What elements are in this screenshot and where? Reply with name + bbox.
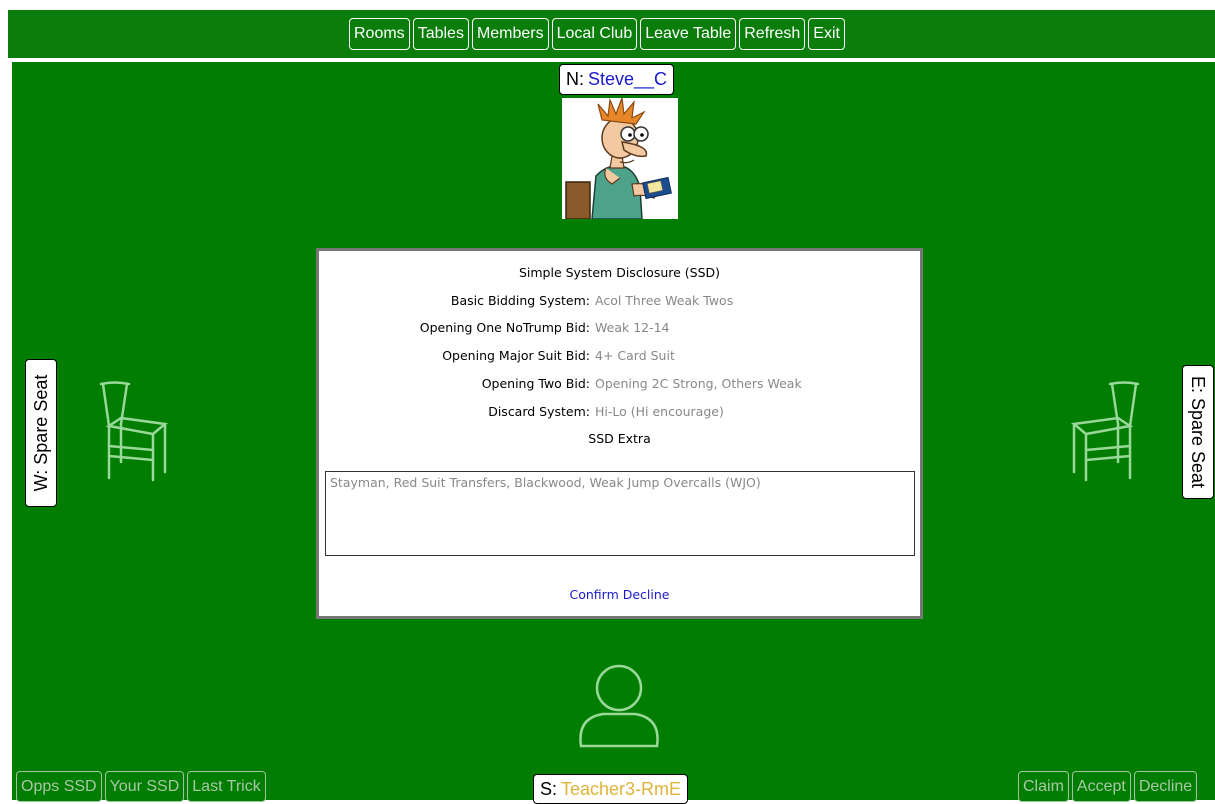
ssd-row-major-suit: Opening Major Suit Bid: 4+ Card Suit	[319, 348, 920, 366]
opps-ssd-button[interactable]: Opps SSD	[16, 771, 102, 802]
cartoon-player-avatar-icon	[562, 97, 678, 220]
ssd-row-discard-system: Discard System: Hi-Lo (Hi encourage)	[319, 404, 920, 422]
claim-button[interactable]: Claim	[1018, 771, 1069, 802]
ssd-title: Simple System Disclosure (SSD)	[518, 265, 721, 280]
south-player-name: Teacher3-RmE	[561, 778, 682, 799]
ssd-extra-textarea[interactable]: Stayman, Red Suit Transfers, Blackwood, …	[325, 471, 915, 556]
north-player-name: Steve__C	[588, 69, 668, 89]
ssd-extra-title: SSD Extra	[588, 431, 651, 446]
ssd-row-value: Opening 2C Strong, Others Weak	[595, 376, 802, 391]
leave-table-button[interactable]: Leave Table	[640, 18, 737, 50]
south-person-placeholder-icon	[579, 664, 659, 748]
north-seat-prefix: N:	[566, 69, 584, 89]
east-seat-label[interactable]: E: Spare Seat	[1182, 365, 1214, 499]
west-seat-label[interactable]: W: Spare Seat	[25, 359, 57, 507]
ssd-row-key: Opening Two Bid:	[481, 376, 590, 391]
ssd-row-key: Discard System:	[488, 404, 590, 419]
exit-button[interactable]: Exit	[808, 18, 845, 50]
ssd-row-value: Hi-Lo (Hi encourage)	[595, 404, 724, 419]
ssd-row-key: Opening Major Suit Bid:	[442, 348, 590, 363]
last-trick-button[interactable]: Last Trick	[187, 771, 266, 802]
members-button[interactable]: Members	[471, 18, 549, 50]
refresh-button[interactable]: Refresh	[739, 18, 806, 50]
local-club-button[interactable]: Local Club	[551, 18, 638, 50]
north-seat-label[interactable]: N: Steve__C	[559, 64, 675, 95]
ssd-row-value: 4+ Card Suit	[595, 348, 675, 363]
top-nav: Rooms Tables Members Local Club Leave Ta…	[349, 18, 845, 50]
ssd-dialog: Simple System Disclosure (SSD) Basic Bid…	[316, 248, 923, 619]
ssd-row-value: Weak 12-14	[595, 320, 670, 335]
ssd-row-key: Opening One NoTrump Bid:	[419, 320, 590, 335]
confirm-decline-link[interactable]: Confirm Decline	[319, 587, 920, 602]
ssd-row-one-notrump: Opening One NoTrump Bid: Weak 12-14	[319, 320, 920, 338]
decline-button[interactable]: Decline	[1133, 771, 1198, 802]
south-seat-prefix: S:	[540, 778, 558, 799]
bottom-right-buttons: Claim Accept Decline	[1018, 771, 1198, 802]
ssd-row-two-bid: Opening Two Bid: Opening 2C Strong, Othe…	[319, 376, 920, 394]
tables-button[interactable]: Tables	[412, 18, 469, 50]
east-empty-chair-icon[interactable]	[1068, 380, 1144, 482]
ssd-row-bidding-system: Basic Bidding System: Acol Three Weak Tw…	[319, 293, 920, 311]
your-ssd-button[interactable]: Your SSD	[104, 771, 185, 802]
west-empty-chair-icon[interactable]	[95, 380, 171, 482]
rooms-button[interactable]: Rooms	[349, 18, 410, 50]
accept-button[interactable]: Accept	[1071, 771, 1131, 802]
ssd-row-key: Basic Bidding System:	[450, 293, 590, 308]
ssd-row-value: Acol Three Weak Twos	[595, 293, 734, 308]
north-player-avatar	[562, 97, 678, 220]
bottom-left-buttons: Opps SSD Your SSD Last Trick	[16, 771, 266, 802]
